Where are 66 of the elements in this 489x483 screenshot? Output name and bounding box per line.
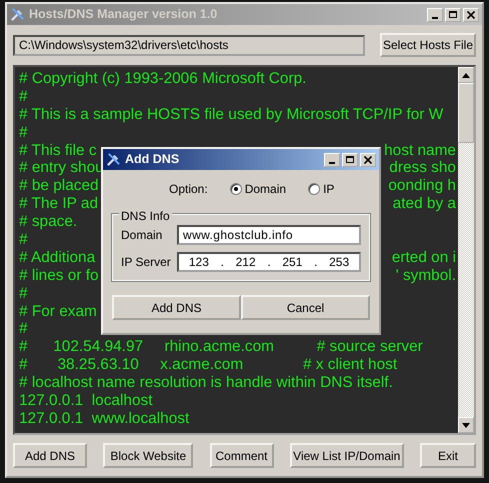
action-button[interactable]: View List IP/Domain [290,443,404,468]
text-line: # The IP ad [19,195,98,214]
text-line: 127.0.0.1 www.localhost [19,410,190,428]
text-line: host name [384,142,456,160]
scroll-thumb[interactable] [458,83,474,143]
text-line: # be placed [19,177,99,196]
action-button[interactable]: Block Website [103,443,194,468]
radio-option[interactable]: Domain [230,180,286,198]
select-hosts-file-button[interactable]: Select Hosts File [380,33,476,57]
ip-octet: 253 [329,254,350,271]
text-line: # This file c [19,142,97,160]
text-line: # 38.25.63.10 x.acme.com # x client host [19,356,398,374]
minimize-button[interactable] [324,152,340,166]
window-title: Hosts/DNS Manager version 1.0 [29,6,218,24]
option-label: Option: [169,181,208,198]
maximize-button[interactable] [342,152,358,166]
text-line: 127.0.0.1 localhost [19,392,152,410]
text-line: # lines or fo [19,266,99,285]
text-line: # space. [19,213,78,232]
ip-octet: 251 [282,254,302,271]
ip-separator: . [314,254,318,271]
text-line: # [19,88,28,106]
minimize-icon [432,16,438,18]
dialog-button[interactable]: Add DNS [112,295,241,320]
text-line: # 102.54.94.97 rhino.acme.com # source server [19,338,423,356]
maximize-icon [345,154,355,164]
ip-octet: 123 [188,254,209,271]
ip-address-field[interactable]: 123 . 212 . 251 . 253 [177,252,361,272]
dialog-title: Add DNS [125,151,180,168]
action-button[interactable]: Comment [210,443,274,468]
text-line: # localhost name resolution is handle within DNS itself. [19,374,393,392]
text-line: # Copyright (c) 1993-2006 Microsoft Corp. [19,70,306,88]
maximize-icon [448,10,458,20]
text-line: # For exam [19,302,97,320]
down-arrow-icon [462,422,470,428]
text-line: # Additiona [19,248,96,267]
domain-label: Domain [121,227,164,244]
domain-field[interactable]: www.ghostclub.info [177,225,361,245]
path-field[interactable]: C:\Windows\system32\drivers\etc\hosts [13,34,365,56]
text-line: # [19,124,28,142]
minimize-icon [329,162,335,164]
up-arrow-icon [462,72,470,78]
ip-separator: . [220,254,224,271]
scroll-up-button[interactable] [458,67,474,83]
ip-separator: . [267,254,271,271]
text-line: oonding h [388,177,456,196]
scroll-down-button[interactable] [458,417,474,433]
text-line: # [19,284,28,303]
text-line: # [19,320,28,338]
radio-option[interactable]: IP [308,180,334,198]
text-line: erted on i [392,248,456,267]
ip-label: IP Server [121,254,172,271]
close-icon [363,154,373,164]
text-line: # This is a sample HOSTS file used by Microsoft TCP/IP for W [19,106,444,124]
text-line: ated by a [392,195,456,214]
action-button[interactable]: Add DNS [13,443,87,468]
text-line: dress sho [389,159,456,178]
close-icon [466,10,476,20]
ip-octet: 212 [236,254,256,271]
tools-icon [10,7,25,22]
dialog-button[interactable]: Cancel [241,295,370,320]
text-line: ' symbol. [396,266,456,285]
action-button[interactable]: Exit [420,443,476,468]
close-button[interactable] [360,152,376,166]
tools-icon [106,152,121,167]
text-line: # [19,231,28,249]
